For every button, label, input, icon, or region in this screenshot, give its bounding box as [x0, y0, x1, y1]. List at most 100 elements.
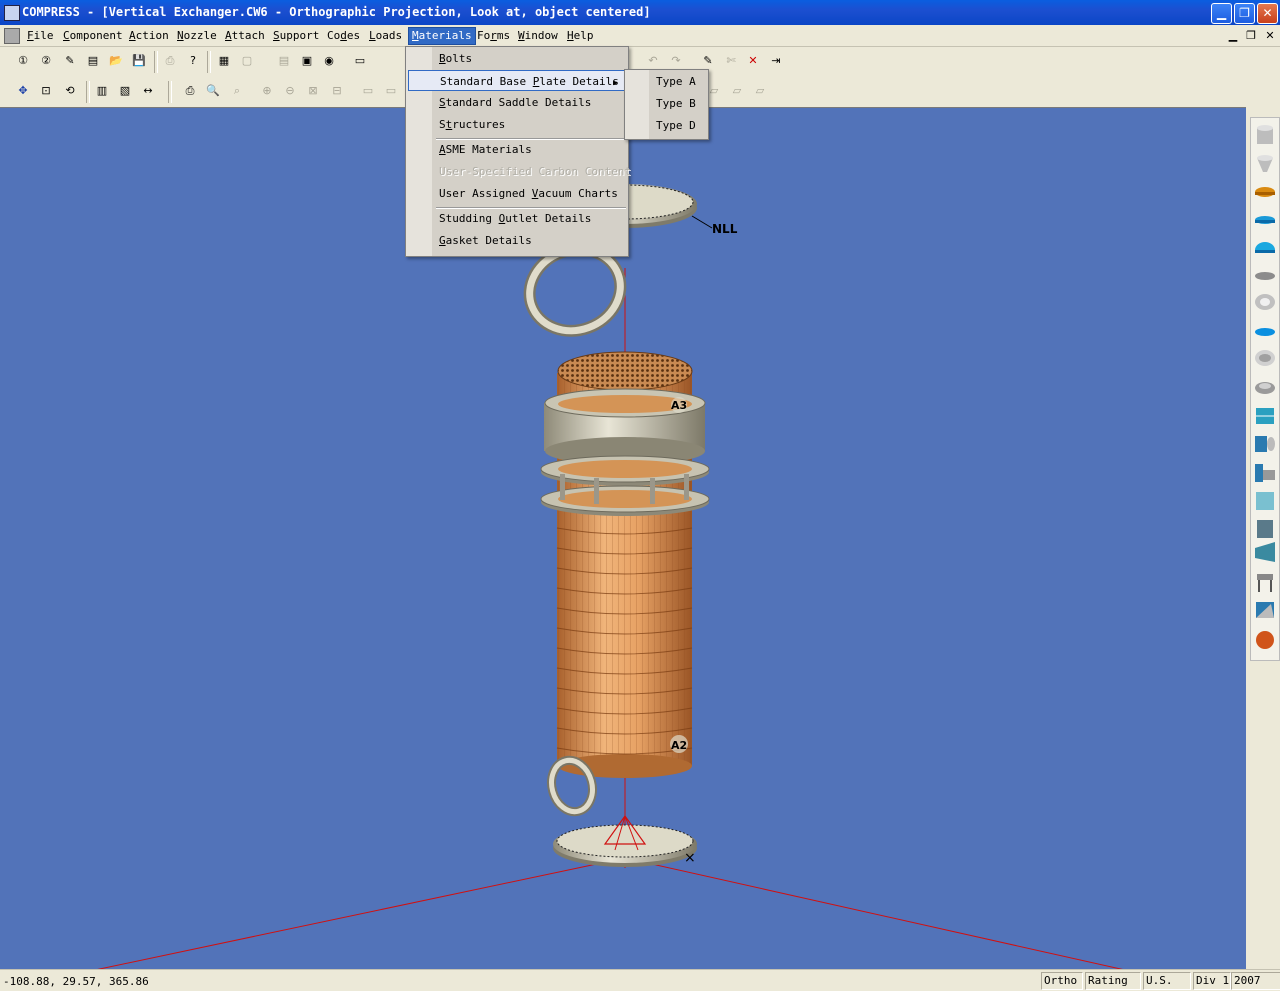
nll-label: NLL	[712, 222, 738, 236]
zoom-previous-icon[interactable]: ⊟	[329, 83, 345, 99]
cylinder-icon	[1257, 125, 1273, 144]
menu-item-user-assigned-vacuum-charts[interactable]: User Assigned Vacuum Charts	[408, 183, 625, 204]
edit-icon[interactable]: ✎	[700, 53, 716, 69]
tubesheet-icon	[1256, 408, 1274, 424]
menu-component[interactable]: Component	[60, 28, 126, 44]
view2-icon[interactable]: ▱	[729, 83, 745, 99]
menu-nozzle[interactable]: Nozzle	[174, 28, 220, 44]
pdf-icon[interactable]: ▢	[239, 53, 255, 69]
page-1-icon[interactable]: ①	[15, 53, 31, 69]
torispherical-head-icon	[1255, 216, 1275, 224]
status-units: U.S.	[1143, 972, 1191, 990]
submenu-item-type-d[interactable]: Type D	[627, 115, 705, 136]
dimension-icon[interactable]: ↔	[140, 83, 156, 99]
zoom-in-icon[interactable]: ⊕	[259, 83, 275, 99]
menu-forms[interactable]: Forms	[474, 28, 513, 44]
report-icon[interactable]: ▦	[216, 53, 232, 69]
menu-item-bolts[interactable]: Bolts	[408, 48, 625, 69]
submenu-item-type-b[interactable]: Type B	[627, 93, 705, 114]
app-icon[interactable]	[4, 5, 20, 21]
undo-icon[interactable]: ↶	[645, 53, 661, 69]
maximize-icon[interactable]: ❐	[1234, 3, 1255, 24]
mdi-minimize-icon[interactable]: ▁	[1226, 29, 1240, 42]
menu-item-standard-saddle-details[interactable]: Standard Saddle Details	[408, 92, 625, 113]
nozzle-a3-label: A3	[671, 399, 687, 412]
h-doc-icon[interactable]: ▤	[85, 53, 101, 69]
web-icon[interactable]: ◉	[321, 53, 337, 69]
print-view-icon[interactable]: ⎙	[182, 83, 198, 99]
rotate-icon[interactable]: ⟲	[62, 83, 78, 99]
red-report-icon[interactable]: ▣	[299, 53, 315, 69]
zoom-window-icon[interactable]: ⊠	[305, 83, 321, 99]
hemi-head-icon	[1255, 242, 1275, 253]
pencil-icon[interactable]: ✎	[62, 53, 78, 69]
print-icon[interactable]: ⎙	[162, 53, 178, 69]
menu-codes[interactable]: Codes	[324, 28, 363, 44]
pan-icon[interactable]: ✥	[15, 83, 31, 99]
mdi-close-icon[interactable]: ✕	[1263, 29, 1277, 42]
status-code-year: 2007	[1231, 972, 1280, 990]
flat-head-icon	[1255, 272, 1275, 280]
menu-support[interactable]: Support	[270, 28, 322, 44]
weight-icon	[1256, 631, 1274, 649]
menu-window[interactable]: Window	[515, 28, 561, 44]
layer2-icon[interactable]: ▭	[383, 83, 399, 99]
leg-support-icon	[1257, 574, 1273, 592]
view3-icon[interactable]: ▱	[752, 83, 768, 99]
menu-action[interactable]: Action	[126, 28, 172, 44]
toolbar-separator	[207, 51, 211, 73]
color-picker-icon[interactable]: ▭	[352, 53, 368, 69]
saddle-icon	[1256, 602, 1274, 618]
elliptical-head-icon	[1255, 187, 1275, 197]
menu-loads[interactable]: Loads	[366, 28, 405, 44]
window-title: COMPRESS - [Vertical Exchanger.CW6 - Ort…	[22, 5, 651, 19]
menu-item-asme-materials[interactable]: ASME Materials	[408, 139, 625, 160]
submenu-arrow-icon: ▶	[613, 78, 618, 87]
nozzle-a2-label: A2	[671, 739, 687, 752]
menu-attach[interactable]: Attach	[222, 28, 268, 44]
close-icon[interactable]: ✕	[1257, 3, 1278, 24]
component-palette	[1250, 117, 1280, 661]
print-preview-icon[interactable]: 🔍	[205, 83, 221, 99]
status-rating: Rating	[1085, 972, 1141, 990]
zoom-extents-icon[interactable]: ⊡	[38, 83, 54, 99]
document-icon[interactable]	[4, 28, 20, 44]
menu-materials[interactable]: Materials	[408, 27, 476, 45]
vessel-icon[interactable]: ▥	[94, 83, 110, 99]
layer-icon[interactable]: ▭	[360, 83, 376, 99]
exchanger-icon	[1255, 464, 1275, 482]
mdi-restore-icon[interactable]: ❐	[1244, 29, 1258, 42]
menu-item-studding-outlet-details[interactable]: Studding Outlet Details	[408, 208, 625, 229]
help-icon[interactable]: ?	[185, 53, 201, 69]
status-ortho: Ortho	[1041, 972, 1083, 990]
materials-menu: Bolts Standard Base Plate Details Standard…	[405, 46, 632, 257]
status-bar: -108.88, 29.57, 365.86 Ortho Rating U.S.…	[0, 969, 1280, 991]
tool-icon[interactable]: ✄	[723, 53, 739, 69]
base-plate-submenu: Type A Type B Type D	[624, 69, 709, 140]
vessel-section-icon	[1257, 520, 1273, 538]
insert-icon[interactable]: ⇥	[768, 53, 784, 69]
page-2-icon[interactable]: ②	[38, 53, 54, 69]
menu-bar: File Component Action Nozzle Attach Support Co…	[0, 25, 1280, 47]
open-folder-icon[interactable]: 📂	[108, 53, 124, 69]
menu-item-structures[interactable]: Structures	[408, 114, 625, 135]
redo-icon[interactable]: ↷	[668, 53, 684, 69]
menu-file[interactable]: File	[24, 28, 57, 44]
minimize-icon[interactable]: ▁	[1211, 3, 1232, 24]
form-icon[interactable]: ▤	[276, 53, 292, 69]
zoom-out-icon[interactable]: ⊖	[282, 83, 298, 99]
palette-icons	[1255, 125, 1275, 649]
cone-section-icon	[1255, 542, 1275, 562]
save-icon[interactable]: 💾	[131, 53, 147, 69]
search-icon[interactable]: ⌕	[229, 83, 245, 99]
nozzle-icon[interactable]: ▧	[117, 83, 133, 99]
menu-item-user-specified-carbon-content: User-Specified Carbon Content	[439, 165, 632, 178]
submenu-item-type-a[interactable]: Type A	[627, 71, 705, 92]
body-flange-icon	[1255, 350, 1275, 366]
toolbar-separator	[86, 81, 90, 103]
menu-help[interactable]: Help	[564, 28, 597, 44]
menu-item-gasket-details[interactable]: Gasket Details	[408, 230, 625, 251]
status-division: Div 1	[1193, 972, 1231, 990]
delete-icon[interactable]: ✕	[745, 53, 761, 69]
menu-item-standard-base-plate-details[interactable]: Standard Base Plate Details	[408, 70, 625, 91]
